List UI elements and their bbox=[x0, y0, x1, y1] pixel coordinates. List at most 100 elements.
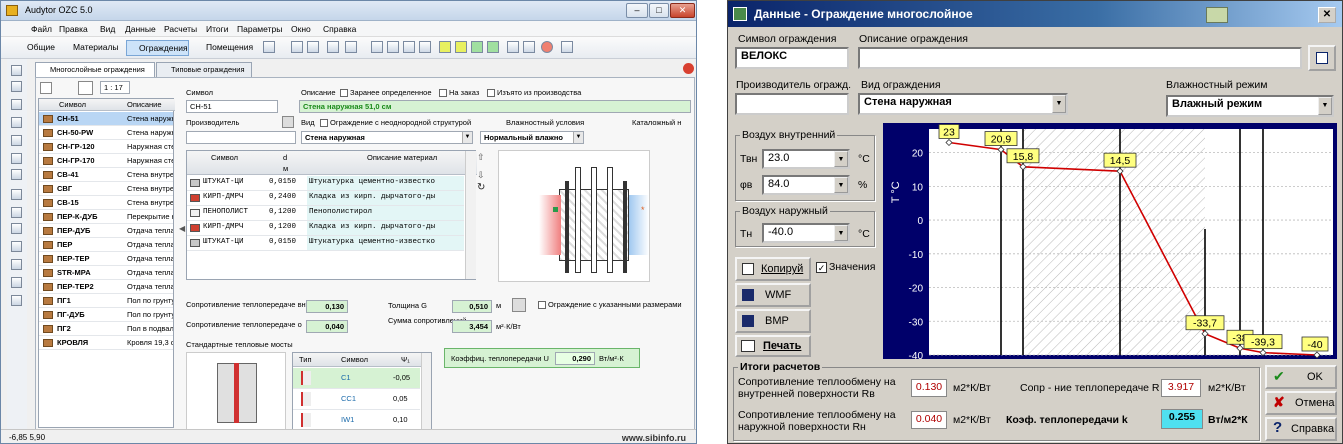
phi-field[interactable]: 84.0 ▼ bbox=[762, 175, 850, 195]
copy-icon[interactable] bbox=[11, 207, 22, 218]
toolbar-rooms-button[interactable]: Помещения bbox=[194, 40, 253, 56]
tool-icon[interactable] bbox=[561, 41, 573, 53]
order-checkbox[interactable]: На заказ bbox=[439, 88, 479, 98]
delete-icon[interactable] bbox=[11, 241, 22, 252]
tool-icon[interactable] bbox=[471, 41, 483, 53]
scale-field[interactable]: 1 : 17 bbox=[100, 81, 130, 94]
wmf-button[interactable]: WMF bbox=[735, 283, 811, 307]
description-field[interactable] bbox=[858, 47, 1302, 69]
list-item[interactable]: ПЕР-ТЕР Отдача тепла от ве bbox=[39, 252, 173, 266]
bridge-row[interactable]: C1 -0,05 bbox=[293, 368, 420, 389]
list-item[interactable]: ПГ1 Пол по грунту 56,3 bbox=[39, 294, 173, 308]
calculator-icon[interactable] bbox=[11, 295, 22, 306]
producer-browse-icon[interactable] bbox=[282, 116, 294, 128]
stop-icon[interactable] bbox=[541, 41, 553, 53]
bridge-row[interactable]: IW1 0,10 bbox=[293, 410, 420, 431]
new-icon[interactable] bbox=[11, 65, 22, 76]
minimize-button[interactable]: – bbox=[626, 3, 648, 18]
list-item[interactable]: СВГ Стена внутренняя bbox=[39, 182, 173, 196]
rsi-field[interactable]: 0,130 bbox=[306, 300, 348, 313]
find-icon[interactable] bbox=[11, 259, 22, 270]
view-select[interactable]: Стена наружная ▼ bbox=[858, 93, 1068, 115]
list-item[interactable]: STR-MPA Отдача тепла от ве bbox=[39, 266, 173, 280]
left-arrow-icon[interactable]: ◀ bbox=[179, 224, 185, 233]
list-item[interactable]: СВ-15 Стена внутренняя bbox=[39, 196, 173, 210]
print-icon[interactable] bbox=[11, 117, 22, 128]
tvn-field[interactable]: 23.0 ▼ bbox=[762, 149, 850, 169]
cancel-button[interactable]: ✘ Отмена bbox=[1265, 391, 1337, 415]
list-item[interactable]: СВ-41 Стена внутренняя bbox=[39, 168, 173, 182]
tool-icon[interactable] bbox=[371, 41, 383, 53]
close-button[interactable]: ✕ bbox=[670, 3, 695, 18]
col-psi[interactable]: Ψ₁ bbox=[401, 355, 410, 364]
producer-field[interactable] bbox=[186, 131, 296, 144]
humidity-select[interactable]: Нормальный влажно ▼ bbox=[480, 131, 584, 144]
list-item[interactable]: ПЕР-ДУБ Отдача тепла от ве bbox=[39, 224, 173, 238]
sizes-icon[interactable] bbox=[512, 298, 526, 312]
bridges-scrollbar[interactable] bbox=[421, 353, 431, 431]
menu-window[interactable]: Окно bbox=[291, 24, 311, 34]
tool-icon[interactable] bbox=[11, 277, 22, 288]
list-item[interactable]: ПГ2 Пол в подвале 56,3 bbox=[39, 322, 173, 336]
menu-params[interactable]: Параметры bbox=[237, 24, 282, 34]
tool-icon[interactable] bbox=[291, 41, 303, 53]
tool-icon[interactable] bbox=[387, 41, 399, 53]
menu-edit[interactable]: Правка bbox=[59, 24, 88, 34]
values-checkbox[interactable]: ✓ Значения bbox=[816, 261, 875, 273]
layer-row[interactable]: ПЕНОПОЛИСТ 0,1200 Пенополистирол bbox=[187, 206, 464, 221]
col-type[interactable]: Тип bbox=[299, 355, 312, 364]
tool-icon[interactable] bbox=[419, 41, 431, 53]
predefined-checkbox[interactable]: Заранее определенное bbox=[340, 88, 432, 98]
tab-typical[interactable]: Типовые ограждения bbox=[156, 62, 252, 77]
menu-data[interactable]: Данные bbox=[125, 24, 156, 34]
tool-icon[interactable] bbox=[487, 41, 499, 53]
description-field[interactable]: Стена наружная 51,0 см bbox=[299, 100, 691, 113]
col-thickness[interactable]: d bbox=[283, 153, 287, 162]
list-tool-icon[interactable] bbox=[78, 81, 93, 95]
layer-row[interactable]: ШТУКАТ-ЦИ 0,0150 Штукатурка цементно-извес… bbox=[187, 236, 464, 251]
list-item[interactable]: ПЕР-ТЕР2 Отдача тепла от ве bbox=[39, 280, 173, 294]
menu-file[interactable]: Файл bbox=[31, 24, 52, 34]
preview-icon[interactable] bbox=[11, 135, 22, 146]
close-button[interactable]: ✕ bbox=[1318, 7, 1336, 23]
nonuniform-checkbox[interactable]: Ограждение с неоднородной структурой bbox=[320, 118, 471, 128]
redo-icon[interactable] bbox=[11, 169, 22, 180]
move-up-icon[interactable]: ⇧ bbox=[477, 152, 485, 163]
help-button[interactable]: ? Справка bbox=[1265, 417, 1337, 441]
paste-icon[interactable] bbox=[11, 223, 22, 234]
humidity-select[interactable]: Влажный режим ▼ bbox=[1166, 95, 1334, 117]
toolbar-partitions-button[interactable]: Ограждения bbox=[126, 40, 189, 56]
view-select[interactable]: Стена наружная ▼ bbox=[301, 131, 473, 144]
col-layer-symbol[interactable]: Символ bbox=[211, 153, 238, 162]
list-item[interactable]: ПЕР Отдача тепла от ве bbox=[39, 238, 173, 252]
menu-results[interactable]: Итоги bbox=[206, 24, 228, 34]
layer-row[interactable]: КИРП-ДМРЧ 0,2400 Кладка из кирп. дырчатого… bbox=[187, 191, 464, 206]
tool-icon[interactable] bbox=[307, 41, 319, 53]
open-icon[interactable] bbox=[11, 81, 22, 92]
maximize-button[interactable]: □ bbox=[649, 3, 669, 18]
list-item[interactable]: СН-51 Стена наружная 51 bbox=[39, 112, 173, 126]
tool-icon[interactable] bbox=[263, 41, 275, 53]
tool-icon[interactable] bbox=[439, 41, 451, 53]
tool-icon[interactable] bbox=[455, 41, 467, 53]
copy-button[interactable]: Копируй bbox=[735, 257, 811, 281]
list-item[interactable]: ПГ-ДУБ Пол по грунту 56,3 bbox=[39, 308, 173, 322]
tool-icon[interactable] bbox=[523, 41, 535, 53]
layer-row[interactable]: ШТУКАТ-ЦИ 0,0150 Штукатурка цементно-извес… bbox=[187, 176, 464, 191]
producer-field[interactable] bbox=[735, 93, 849, 115]
toolbar-general-button[interactable]: Общие bbox=[15, 40, 55, 56]
cut-icon[interactable] bbox=[11, 189, 22, 200]
list-item[interactable]: КРОВЛЯ Кровля 19,3 см bbox=[39, 336, 173, 350]
symbol-field[interactable]: ВЕЛОКС bbox=[735, 47, 849, 69]
undo-icon[interactable] bbox=[11, 153, 22, 164]
list-tool-icon[interactable] bbox=[40, 82, 52, 94]
menu-view[interactable]: Вид bbox=[100, 24, 115, 34]
tool-icon[interactable] bbox=[403, 41, 415, 53]
col-symbol[interactable]: Символ bbox=[59, 100, 86, 109]
col-bridge-symbol[interactable]: Символ bbox=[341, 355, 368, 364]
col-material[interactable]: Описание материал bbox=[367, 153, 437, 162]
tn-field[interactable]: -40.0 ▼ bbox=[762, 223, 850, 243]
sized-checkbox[interactable]: Ограждение с указанными размерами bbox=[538, 300, 682, 310]
edit-description-button[interactable] bbox=[1308, 45, 1336, 71]
save-icon[interactable] bbox=[11, 99, 22, 110]
